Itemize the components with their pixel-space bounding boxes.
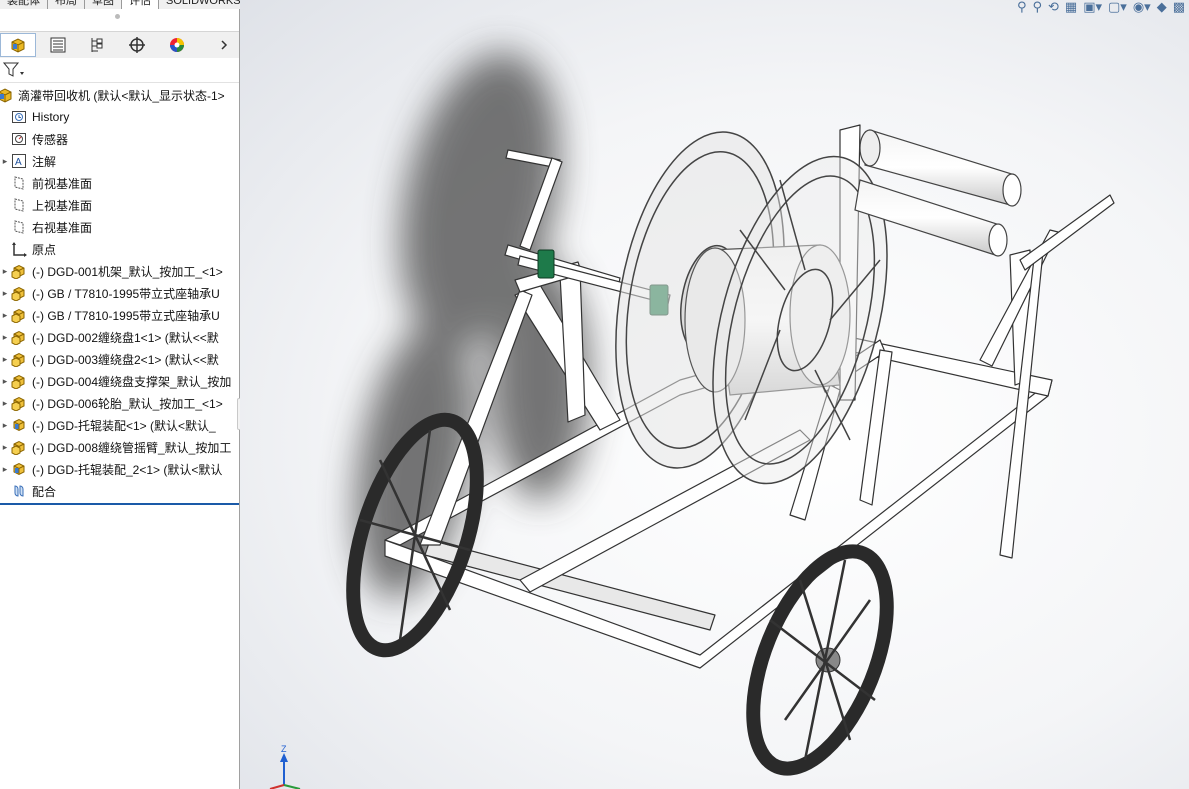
tree-item-label: History <box>32 110 70 124</box>
tree-item[interactable]: 前视基准面 <box>0 172 239 194</box>
tree-item-label: 注解 <box>32 154 57 169</box>
tree-item[interactable]: ▸ (-) DGD-003缠绕盘2<1> (默认<<默 <box>0 348 239 370</box>
part-icon <box>10 438 28 456</box>
filter-bar <box>0 58 239 83</box>
expand-arrow-icon[interactable]: ▸ <box>0 376 10 387</box>
tree-item[interactable]: History <box>0 106 239 128</box>
feature-manager-tab[interactable] <box>0 33 36 57</box>
expand-arrow-icon[interactable]: ▸ <box>0 156 10 167</box>
expand-arrow-icon[interactable]: ▸ <box>0 354 10 365</box>
crosshair-icon <box>129 37 145 53</box>
more-tabs-chevron-icon[interactable] <box>212 33 236 57</box>
expand-arrow-icon[interactable]: ▸ <box>0 398 10 409</box>
tree-item[interactable]: ▸ (-) DGD-托辊装配_2<1> (默认<默认 <box>0 458 239 480</box>
tree-item-label: 前视基准面 <box>32 176 93 191</box>
sensor-icon <box>10 130 28 148</box>
right-wheel <box>746 544 894 776</box>
tree-item-label: (-) DGD-006轮胎_默认_按加工_<1> <box>32 396 223 411</box>
tree-item[interactable]: ▸ (-) DGD-004缠绕盘支撑架_默认_按加 <box>0 370 239 392</box>
tree-item-label: 传感器 <box>32 132 69 147</box>
expand-arrow-icon[interactable]: ▸ <box>0 464 10 475</box>
mates-icon <box>10 482 28 500</box>
tree-item[interactable]: 原点 <box>0 238 239 260</box>
tree-item-label: (-) DGD-001机架_默认_按加工_<1> <box>32 264 223 279</box>
configuration-manager-tab[interactable] <box>79 33 115 57</box>
tree-item[interactable]: ▸ A 注解 <box>0 150 239 172</box>
feature-manager-icon <box>11 38 25 53</box>
command-tab[interactable]: 装配体 <box>0 0 48 9</box>
tree-item[interactable]: 传感器 <box>0 128 239 150</box>
part-icon <box>10 394 28 412</box>
tree-item-label: (-) GB / T7810-1995带立式座轴承U <box>32 286 220 301</box>
tree-item-label: (-) DGD-003缠绕盘2<1> (默认<<默 <box>32 352 219 367</box>
plane-icon <box>10 196 28 214</box>
tree-item-label: 右视基准面 <box>32 220 93 235</box>
tree-item[interactable]: ▸ (-) DGD-006轮胎_默认_按加工_<1> <box>0 392 239 414</box>
part-icon <box>10 262 28 280</box>
assembly-icon <box>0 86 14 104</box>
tree-item-label: (-) DGD-托辊装配_2<1> (默认<默认 <box>32 462 223 477</box>
tree-item-label: (-) DGD-004缠绕盘支撑架_默认_按加 <box>32 374 232 389</box>
view-triad: Z <box>269 744 301 789</box>
history-icon <box>10 108 28 126</box>
tree-item-label: 配合 <box>32 484 57 499</box>
tree-item-label: 滴灌带回收机 (默认<默认_显示状态-1> <box>18 88 225 103</box>
feature-manager-panel: 滴灌带回收机 (默认<默认_显示状态-1> History 传感器 ▸ A 注解前视基准面… <box>0 9 240 789</box>
command-tab[interactable]: 布局 <box>48 0 85 9</box>
expand-arrow-icon[interactable]: ▸ <box>0 266 10 277</box>
tree-item[interactable]: 上视基准面 <box>0 194 239 216</box>
tree-item[interactable]: ▸ (-) GB / T7810-1995带立式座轴承U <box>0 282 239 304</box>
command-tab[interactable]: 评估 <box>122 0 159 9</box>
annotation-icon: A <box>10 152 28 170</box>
tree-item-label: (-) DGD-008缠绕管摇臂_默认_按加工 <box>32 440 232 455</box>
display-manager-tab[interactable] <box>159 33 195 57</box>
tree-item[interactable]: 右视基准面 <box>0 216 239 238</box>
dimxpert-manager-tab[interactable] <box>119 33 155 57</box>
plane-icon <box>10 218 28 236</box>
svg-text:A: A <box>15 157 22 168</box>
origin-icon <box>10 240 28 258</box>
expand-arrow-icon[interactable]: ▸ <box>0 310 10 321</box>
graphics-area[interactable]: ⚲ ⚲ ⟲ ▦ ▣▾ ▢▾ ◉▾ ◆ ▩ Z <box>240 0 1189 789</box>
tree-item-root[interactable]: 滴灌带回收机 (默认<默认_显示状态-1> <box>0 84 239 106</box>
tree-item[interactable]: ▸ (-) DGD-001机架_默认_按加工_<1> <box>0 260 239 282</box>
tree-item-label: (-) DGD-002缠绕盘1<1> (默认<<默 <box>32 330 219 345</box>
tree-item[interactable]: ▸ (-) GB / T7810-1995带立式座轴承U <box>0 304 239 326</box>
tree-item[interactable]: ▸ (-) DGD-托辊装配<1> (默认<默认_ <box>0 414 239 436</box>
tree-item[interactable]: ▸ (-) DGD-002缠绕盘1<1> (默认<<默 <box>0 326 239 348</box>
part-icon <box>10 284 28 302</box>
part-icon <box>10 350 28 368</box>
assembly-icon <box>10 416 28 434</box>
command-tab[interactable]: 草图 <box>85 0 122 9</box>
plane-icon <box>10 174 28 192</box>
model-view: Z <box>269 52 1115 789</box>
assembly-icon <box>10 460 28 478</box>
tree-item[interactable]: 配合 <box>0 480 239 502</box>
tree-item[interactable]: ▸ (-) DGD-008缠绕管摇臂_默认_按加工 <box>0 436 239 458</box>
tree-item-label: (-) DGD-托辊装配<1> (默认<默认_ <box>32 418 216 433</box>
expand-arrow-icon[interactable]: ▸ <box>0 332 10 343</box>
z-axis-label: Z <box>281 744 287 754</box>
panel-divider <box>0 503 239 505</box>
tree-item-label: 上视基准面 <box>32 198 93 213</box>
expand-arrow-icon[interactable]: ▸ <box>0 420 10 431</box>
part-icon <box>10 328 28 346</box>
property-manager-tab[interactable] <box>40 33 76 57</box>
expand-arrow-icon[interactable]: ▸ <box>0 442 10 453</box>
property-manager-icon <box>50 37 66 53</box>
filter-icon[interactable] <box>3 62 25 78</box>
panel-resize-grip[interactable] <box>115 14 120 19</box>
tree-item-label: 原点 <box>32 242 57 257</box>
part-icon <box>10 372 28 390</box>
part-icon <box>10 306 28 324</box>
configuration-manager-icon <box>91 38 103 52</box>
color-wheel-icon <box>170 38 184 52</box>
panel-tab-bar <box>0 31 239 59</box>
expand-arrow-icon[interactable]: ▸ <box>0 288 10 299</box>
tree-item-label: (-) GB / T7810-1995带立式座轴承U <box>32 308 220 323</box>
